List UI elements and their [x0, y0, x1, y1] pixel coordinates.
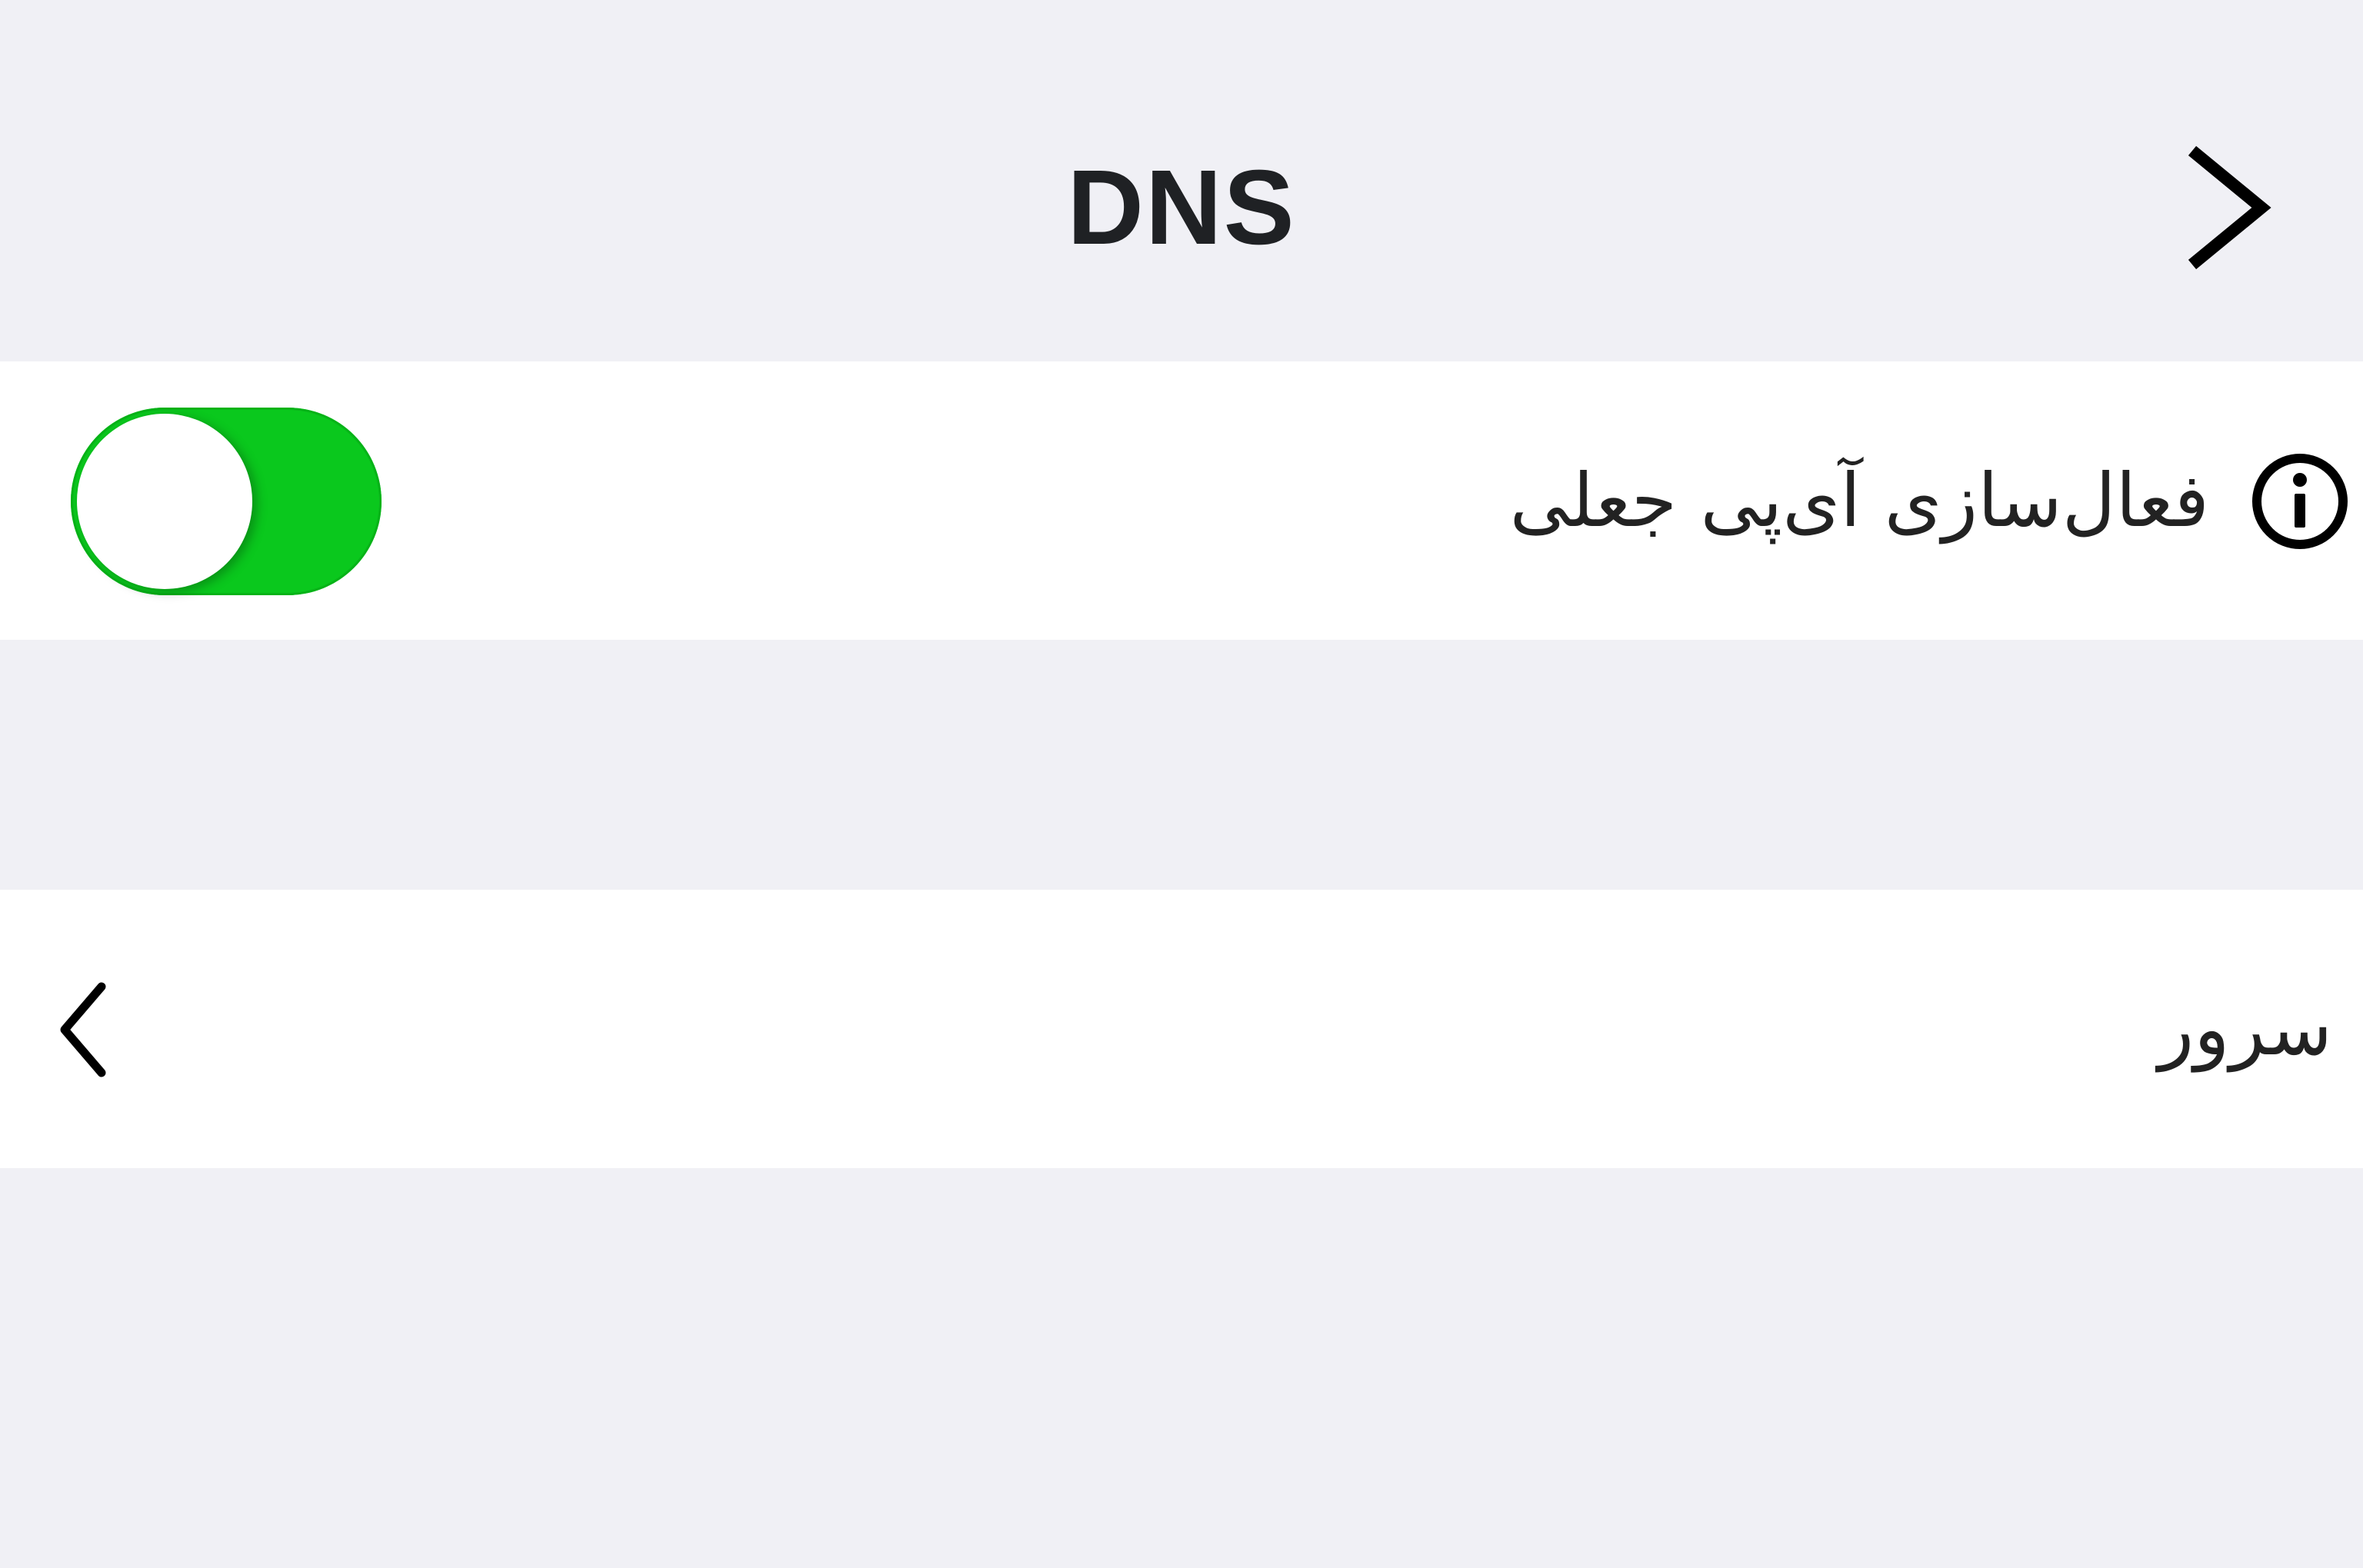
toggle-knob[interactable]: [77, 414, 252, 589]
fake-ip-toggle[interactable]: [71, 408, 382, 595]
server-setting-row[interactable]: سرور: [0, 890, 2363, 1168]
page-title: DNS: [1067, 148, 1296, 267]
back-button[interactable]: [2169, 131, 2277, 285]
fake-ip-label: فعال‌سازی آی‌پی جعلی: [1509, 458, 2209, 544]
server-label: سرور: [2158, 986, 2332, 1072]
chevron-left-icon: [54, 976, 115, 1084]
chevron-right-icon: [2188, 145, 2271, 270]
fake-ip-setting-row: فعال‌سازی آی‌پی جعلی: [0, 361, 2363, 640]
info-icon[interactable]: [2251, 452, 2349, 551]
navigation-bar: DNS: [0, 0, 2363, 361]
